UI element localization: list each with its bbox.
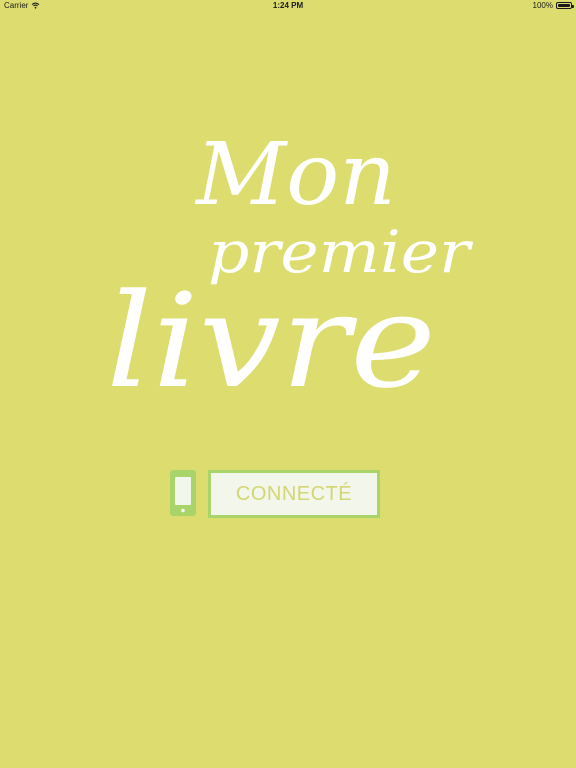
battery-fill: [558, 4, 570, 7]
battery-group: 100%: [532, 1, 574, 10]
connect-button[interactable]: CONNECTÉ: [208, 470, 380, 518]
status-bar: Carrier 1:24 PM 100%: [0, 0, 576, 12]
battery-percent: 100%: [532, 1, 553, 10]
battery-cap: [572, 4, 574, 8]
connect-button-label: CONNECTÉ: [235, 482, 353, 505]
app-logo: Mon premier livre: [106, 125, 474, 404]
battery-icon: [556, 2, 574, 9]
logo-line-livre: livre: [106, 265, 436, 404]
logo-line-mon: Mon: [194, 125, 396, 225]
smartphone-icon: [170, 470, 196, 516]
clock: 1:24 PM: [272, 1, 304, 10]
